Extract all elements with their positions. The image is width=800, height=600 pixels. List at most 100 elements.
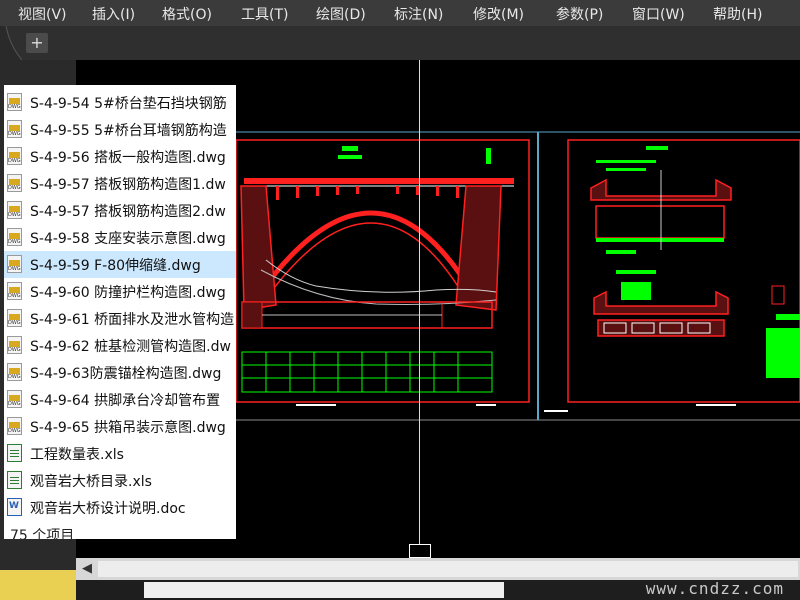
quantity-table-grid [242,352,492,392]
dwg-file-icon [7,336,22,354]
file-name: S-4-9-55 5#桥台耳墙钢筋构造 [30,123,227,139]
file-name: S-4-9-65 拱箱吊装示意图.dwg [30,420,226,436]
add-tab-button[interactable]: + [26,33,48,53]
file-item[interactable]: S-4-9-61 桥面排水及泄水管构造 [4,305,236,332]
sheet2-footer-mark [696,404,736,406]
file-item[interactable]: S-4-9-64 拱脚承台冷却管布置 [4,386,236,413]
sheet-footer-mark-1 [296,404,336,406]
file-name: 观音岩大桥设计说明.doc [30,501,186,517]
menu-window[interactable]: 窗口(W) [632,4,685,24]
file-item[interactable]: S-4-9-62 桩基检测管构造图.dw [4,332,236,359]
left-abutment [240,185,277,311]
dwg-file-icon [7,363,22,381]
arch-intrados [267,222,465,297]
file-name: S-4-9-61 桥面排水及泄水管构造 [30,312,235,328]
horizontal-scrollbar[interactable]: ◀ [76,558,800,580]
column [276,186,279,200]
dwg-file-icon [7,417,22,435]
plus-icon: + [30,33,44,52]
section-label-bar [596,160,656,163]
notes-text-block [766,328,800,378]
upper-section-box [595,205,725,239]
command-line-field[interactable] [144,582,504,598]
file-name: S-4-9-60 防撞护栏构造图.dwg [30,285,226,301]
dwg-file-icon [7,147,22,165]
file-name: S-4-9-57 搭板钢筋构造图2.dw [30,204,226,220]
menu-tools[interactable]: 工具(T) [241,4,288,24]
drawing-sheet-arch-elevation [235,139,530,406]
menu-view[interactable]: 视图(V) [18,4,67,24]
menu-format[interactable]: 格式(O) [162,4,212,24]
file-item[interactable]: S-4-9-56 搭板一般构造图.dwg [4,143,236,170]
column [336,186,339,195]
drawing-sheet-cross-sections [544,139,800,412]
sheet-title-tag-2 [338,155,362,159]
tab-edge-shape [0,26,22,60]
cursor-pickbox [409,544,431,558]
column [456,186,459,198]
excel-file-icon [7,444,22,462]
file-item[interactable]: 工程数量表.xls [4,440,236,467]
file-name: S-4-9-57 搭板钢筋构造图1.dw [30,177,226,193]
dwg-file-icon [7,255,22,273]
file-name: S-4-9-59 F-80伸缩缝.dwg [30,258,201,274]
item-count-label: 75 个项目 [10,528,75,539]
file-item[interactable]: S-4-9-57 搭板钢筋构造图2.dw [4,197,236,224]
file-explorer-list: S-4-9-54 5#桥台垫石挡块钢筋 S-4-9-55 5#桥台耳墙钢筋构造 … [4,85,236,539]
file-item[interactable]: S-4-9-57 搭板钢筋构造图1.dw [4,170,236,197]
file-name: 工程数量表.xls [30,447,124,463]
section-label-bar-2 [606,168,646,171]
column [316,186,319,196]
sheet-side-tag [486,148,491,164]
sheet-footer-mark-2 [476,404,496,406]
file-item[interactable]: S-4-9-55 5#桥台耳墙钢筋构造 [4,116,236,143]
file-name: S-4-9-62 桩基检测管构造图.dw [30,339,231,355]
file-item[interactable]: S-4-9-60 防撞护栏构造图.dwg [4,278,236,305]
file-name: 观音岩大桥目录.xls [30,474,152,490]
column [356,186,359,194]
menu-modify[interactable]: 修改(M) [473,4,524,24]
excel-file-icon [7,471,22,489]
sheet-title-tag-1 [342,146,358,151]
menu-parameter[interactable]: 参数(P) [556,4,603,24]
sheet2-label-mark [544,410,568,412]
menu-insert[interactable]: 插入(I) [92,4,135,24]
word-file-icon [7,498,22,516]
lower-section-note-block [621,282,651,300]
section-title-tag [646,146,668,150]
dwg-file-icon [7,228,22,246]
column [436,186,439,196]
file-item[interactable]: 观音岩大桥目录.xls [4,467,236,494]
file-item[interactable]: S-4-9-58 支座安装示意图.dwg [4,224,236,251]
lower-section-label [616,270,656,274]
right-detail-box [771,285,785,305]
file-name: S-4-9-54 5#桥台垫石挡块钢筋 [30,96,227,112]
file-item-selected[interactable]: S-4-9-59 F-80伸缩缝.dwg [4,251,236,278]
bridge-deck [244,178,514,184]
file-name: S-4-9-58 支座安装示意图.dwg [30,231,226,247]
menu-help[interactable]: 帮助(H) [713,4,762,24]
file-name: S-4-9-63防震锚栓构造图.dwg [30,366,222,382]
scrollbar-thumb[interactable] [98,561,798,577]
column [396,186,399,194]
spandrel-columns [276,186,479,200]
menu-dimension[interactable]: 标注(N) [394,4,443,24]
upper-section-base [596,238,724,242]
upper-section-note [606,250,636,254]
lower-section-deck [593,290,729,315]
menu-draw[interactable]: 绘图(D) [316,4,366,24]
dwg-file-icon [7,120,22,138]
dwg-file-icon [7,174,22,192]
file-item[interactable]: S-4-9-63防震锚栓构造图.dwg [4,359,236,386]
dwg-file-icon [7,282,22,300]
file-item[interactable]: S-4-9-54 5#桥台垫石挡块钢筋 [4,89,236,116]
dwg-file-icon [7,93,22,111]
file-item[interactable]: 观音岩大桥设计说明.doc [4,494,236,521]
menu-bar: 视图(V) 插入(I) 格式(O) 工具(T) 绘图(D) 标注(N) 修改(M… [0,0,800,26]
crosshair-vertical [419,60,420,558]
status-bar: www.cndzz.com [76,579,800,600]
scroll-left-arrow-icon[interactable]: ◀ [78,560,96,578]
notes-heading [776,314,800,320]
file-item[interactable]: S-4-9-65 拱箱吊装示意图.dwg [4,413,236,440]
column [296,186,299,198]
